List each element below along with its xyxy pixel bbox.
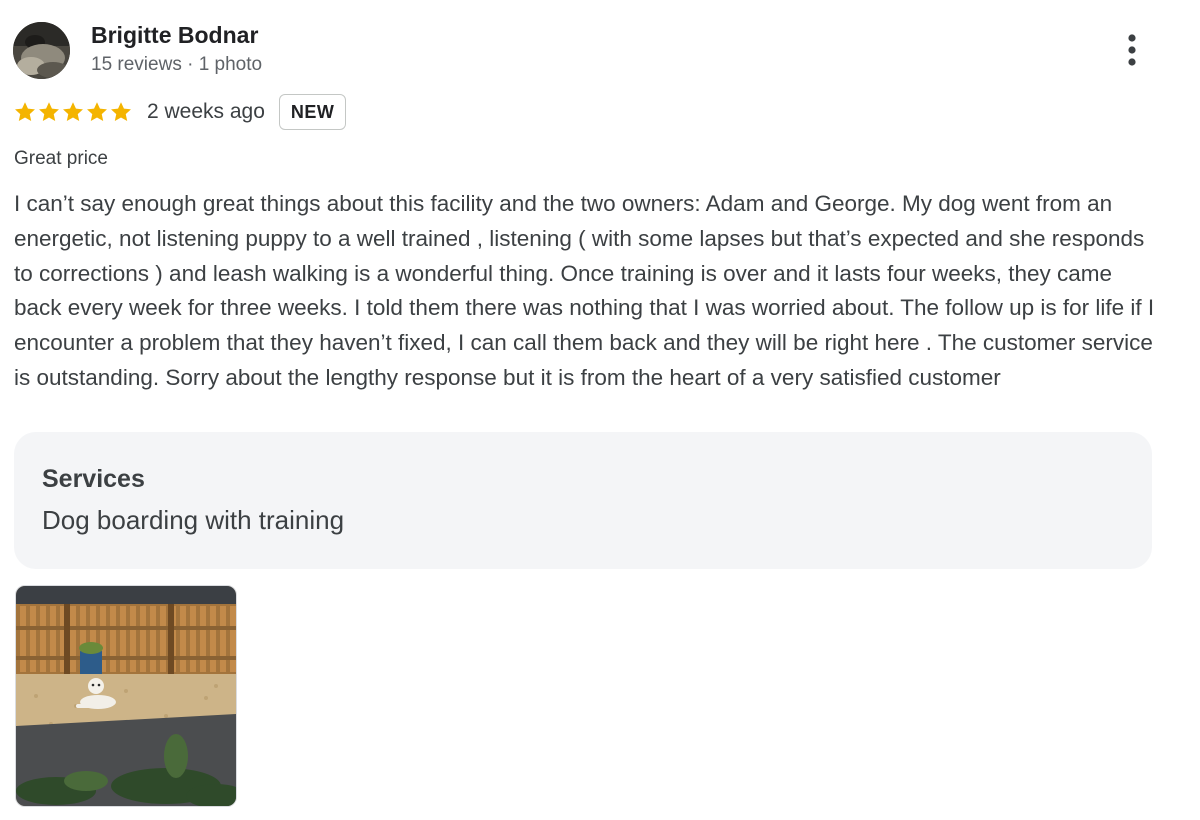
- review-card: Brigitte Bodnar 15 reviews · 1 photo 2 w…: [0, 0, 1200, 820]
- more-options-button[interactable]: [1112, 28, 1152, 72]
- services-title: Services: [42, 465, 145, 493]
- star-icon: [39, 102, 59, 121]
- author-meta: 15 reviews · 1 photo: [91, 54, 263, 75]
- star-icon: [15, 102, 35, 121]
- more-vert-icon: [1128, 34, 1136, 66]
- author-name[interactable]: Brigitte Bodnar: [91, 22, 258, 49]
- review-photo[interactable]: [15, 585, 237, 807]
- review-text: I can’t say enough great things about th…: [14, 191, 1155, 390]
- services-value: Dog boarding with training: [42, 505, 345, 535]
- review-tag: Great price: [14, 148, 108, 169]
- review-time: 2 weeks ago: [147, 100, 265, 123]
- star-rating: [13, 100, 133, 124]
- star-icon: [87, 102, 107, 121]
- avatar[interactable]: [13, 22, 70, 79]
- services-card: Services Dog boarding with training: [14, 432, 1152, 569]
- rating-row: 2 weeks ago NEW: [13, 94, 347, 130]
- star-icon: [111, 102, 131, 121]
- new-badge: NEW: [278, 94, 347, 130]
- star-icon: [63, 102, 83, 121]
